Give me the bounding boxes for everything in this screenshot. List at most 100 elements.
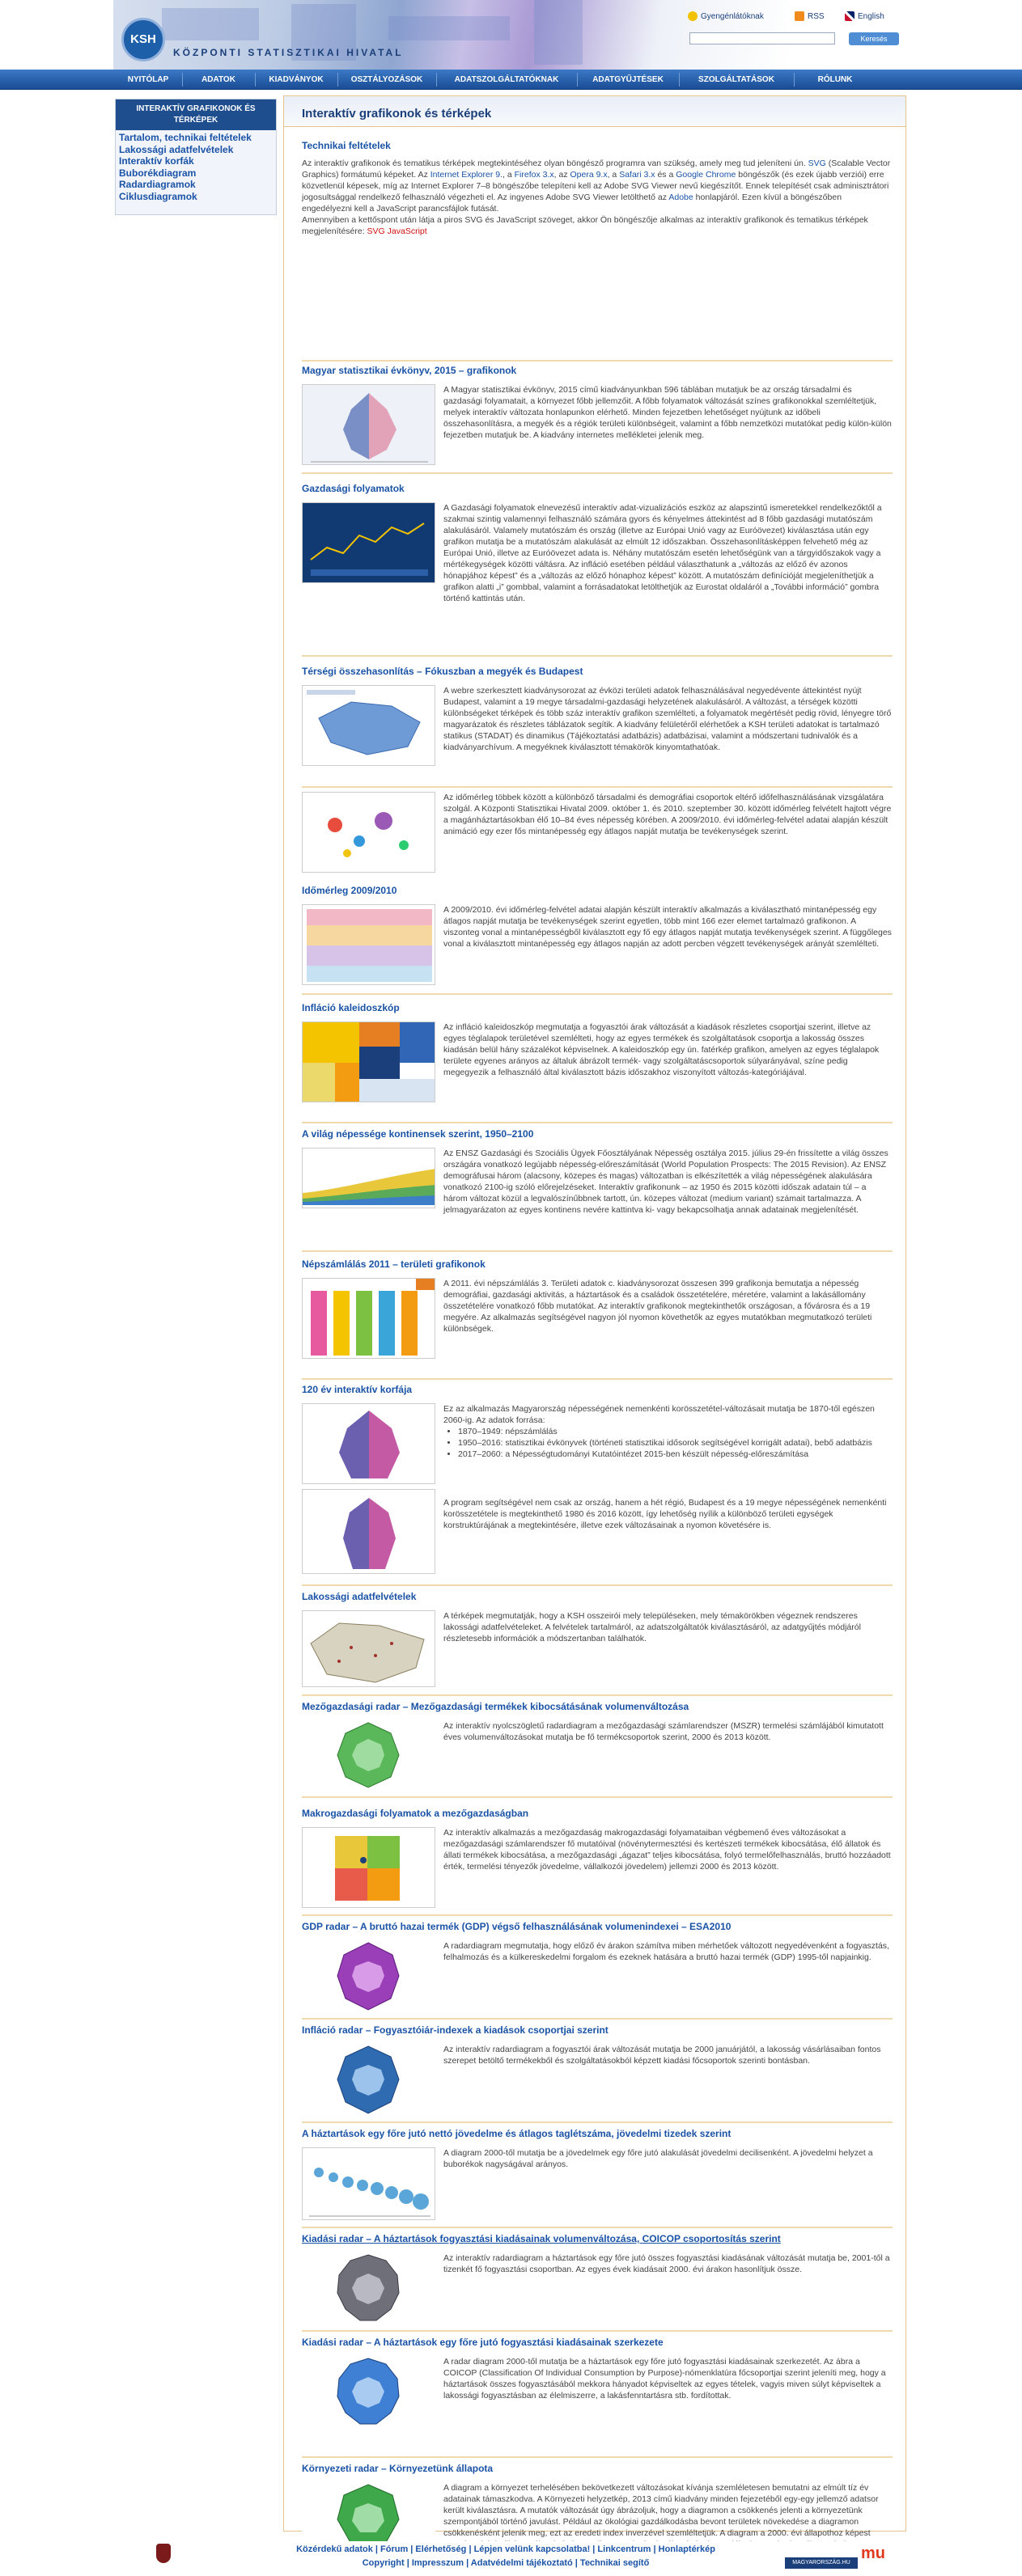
sidebar-item-cycle[interactable]: Ciklusdiagramok bbox=[116, 191, 276, 203]
nav-data-collections[interactable]: ADATGYŰJTÉSEK bbox=[578, 70, 678, 90]
sidebar-item-surveys[interactable]: Lakossági adatfelvételek bbox=[116, 144, 276, 156]
timeuse-thumbnail[interactable] bbox=[302, 904, 435, 985]
section-title[interactable]: Térségi összehasonlítás – Fókuszban a me… bbox=[302, 666, 893, 677]
section-text: A 2011. évi népszámlálás 3. Területi ada… bbox=[443, 1279, 872, 1334]
nav-about[interactable]: RÓLUNK bbox=[795, 70, 876, 90]
surveys-map-thumbnail[interactable] bbox=[302, 1610, 435, 1687]
sidebar: INTERAKTÍV GRAFIKONOK ÉS TÉRKÉPEK Tartal… bbox=[115, 99, 277, 215]
section-title[interactable]: Infláció radar – Fogyasztóiár-indexek a … bbox=[302, 2024, 893, 2036]
main-navigation: NYITÓLAP ADATOK KIADVÁNYOK OSZTÁLYOZÁSOK… bbox=[0, 70, 1022, 90]
nav-publications[interactable]: KIADVÁNYOK bbox=[256, 70, 337, 90]
list-item: 2017–2060: a Népességtudományi Kutatóint… bbox=[458, 1449, 893, 1460]
tech-section: Technikai feltételek Az interaktív grafi… bbox=[302, 135, 893, 362]
kaleidoscope-thumbnail[interactable] bbox=[302, 1022, 435, 1102]
section-text: A program segítségével nem csak az orszá… bbox=[443, 1498, 887, 1530]
search-input[interactable] bbox=[689, 32, 835, 44]
section-title[interactable]: Mezőgazdasági radar – Mezőgazdasági term… bbox=[302, 1701, 893, 1712]
sidebar-item-contents[interactable]: Tartalom, technikai feltételek bbox=[116, 132, 276, 144]
magyarorszag-hu-logo[interactable]: MAGYARORSZÁG.HU bbox=[785, 2557, 858, 2569]
section-inflation-radar: Infláció radar – Fogyasztóiár-indexek a … bbox=[302, 2024, 893, 2123]
nav-data-providers[interactable]: ADATSZOLGÁLTATÓKNAK bbox=[437, 70, 576, 90]
economic-thumbnail[interactable] bbox=[302, 502, 435, 583]
tech-heading: Technikai feltételek bbox=[302, 140, 391, 151]
section-text: Az időmérleg többek között a különböző t… bbox=[443, 793, 892, 836]
nav-home[interactable]: NYITÓLAP bbox=[115, 70, 181, 90]
section-expenditure-radar: Kiadási radar – A háztartások fogyasztás… bbox=[302, 2233, 893, 2332]
income-thumbnail[interactable] bbox=[302, 2147, 435, 2220]
expenditure-radar-thumbnail[interactable] bbox=[302, 2251, 435, 2325]
section-text: Az infláció kaleidoszkóp megmutatja a fo… bbox=[443, 1022, 880, 1077]
macro-agri-thumbnail[interactable] bbox=[302, 1827, 435, 1908]
english-link[interactable]: English bbox=[845, 11, 884, 21]
section-regional: Térségi összehasonlítás – Fókuszban a me… bbox=[302, 666, 893, 788]
chrome-link[interactable]: Google Chrome bbox=[676, 170, 736, 180]
uk-flag-icon bbox=[845, 11, 854, 21]
page-title: Interaktív grafikonok és térképek bbox=[284, 96, 905, 127]
firefox-link[interactable]: Firefox 3.x bbox=[515, 170, 554, 180]
nav-classifications[interactable]: OSZTÁLYOZÁSOK bbox=[338, 70, 435, 90]
section-title[interactable]: Kiadási radar – A háztartások egy főre j… bbox=[302, 2337, 893, 2348]
pyramid-thumbnail-1[interactable] bbox=[302, 1403, 435, 1484]
pyramid-thumbnail-2[interactable] bbox=[302, 1489, 435, 1574]
tech-paragraph: Az interaktív grafikonok és tematikus té… bbox=[302, 159, 891, 214]
section-text: A diagram 2000-től mutatja be a jövedelm… bbox=[443, 2148, 873, 2169]
section-text: Az ENSZ Gazdasági és Szociális Ügyek Főo… bbox=[443, 1148, 888, 1215]
nav-services[interactable]: SZOLGÁLTATÁSOK bbox=[680, 70, 793, 90]
yearbook-thumbnail[interactable] bbox=[302, 384, 435, 465]
ie-link[interactable]: Internet Explorer 9. bbox=[430, 170, 503, 180]
sidebar-item-radar[interactable]: Radardiagramok bbox=[116, 179, 276, 191]
svg-js-indicator: SVG JavaScript bbox=[367, 226, 427, 236]
section-economic: Gazdasági folyamatok A Gazdasági folyama… bbox=[302, 483, 893, 657]
header: KSH KÖZPONTI STATISZTIKAI HIVATAL Gyengé… bbox=[0, 0, 1022, 70]
nav-data[interactable]: ADATOK bbox=[183, 70, 254, 90]
sidebar-item-bubble[interactable]: Buborékdiagram bbox=[116, 167, 276, 180]
world-population-thumbnail[interactable] bbox=[302, 1148, 435, 1208]
section-text: A webre szerkesztett kiadványsorozat az … bbox=[443, 686, 892, 752]
section-title[interactable]: Magyar statisztikai évkönyv, 2015 – graf… bbox=[302, 365, 893, 376]
section-title[interactable]: 120 év interaktív korfája bbox=[302, 1384, 893, 1395]
section-title[interactable]: Lakossági adatfelvételek bbox=[302, 1591, 893, 1602]
main-content: Interaktív grafikonok és térképek Techni… bbox=[283, 95, 906, 2561]
timeuse-animation-thumbnail[interactable] bbox=[302, 792, 435, 873]
accessibility-link[interactable]: Gyengénlátóknak bbox=[688, 11, 764, 21]
section-intro: Ez az alkalmazás Magyarország népességén… bbox=[443, 1404, 875, 1425]
section-title[interactable]: Időmérleg 2009/2010 bbox=[302, 885, 893, 896]
section-title[interactable]: A világ népessége kontinensek szerint, 1… bbox=[302, 1128, 893, 1140]
regional-thumbnail[interactable] bbox=[302, 685, 435, 766]
section-text: A radar diagram 2000-től mutatja be a há… bbox=[443, 2357, 886, 2400]
safari-link[interactable]: Safari 3.x bbox=[619, 170, 655, 180]
expenditure-structure-thumbnail[interactable] bbox=[302, 2354, 435, 2429]
section-title[interactable]: Infláció kaleidoszkóp bbox=[302, 1002, 893, 1013]
agri-radar-thumbnail[interactable] bbox=[302, 1719, 435, 1791]
sidebar-item-pyramids[interactable]: Interaktív korfák bbox=[116, 155, 276, 167]
section-title[interactable]: Gazdasági folyamatok bbox=[302, 483, 893, 494]
footer: Közérdekű adatok | Fórum | Elérhetőség |… bbox=[0, 2541, 1022, 2576]
section-gdp-radar: GDP radar – A bruttó hazai termék (GDP) … bbox=[302, 1921, 893, 2020]
section-title[interactable]: Környezeti radar – Környezetünk állapota bbox=[302, 2463, 893, 2474]
section-inflation-kaleidoscope: Infláció kaleidoszkóp Az infláció kaleid… bbox=[302, 1002, 893, 1123]
search-button[interactable]: Keresés bbox=[849, 32, 899, 45]
footer-links-1[interactable]: Közérdekű adatok | Fórum | Elérhetőség |… bbox=[243, 2543, 769, 2557]
section-title[interactable]: Népszámlálás 2011 – területi grafikonok bbox=[302, 1258, 893, 1270]
section-text: A Magyar statisztikai évkönyv, 2015 című… bbox=[443, 385, 892, 440]
section-title[interactable]: Kiadási radar – A háztartások fogyasztás… bbox=[302, 2233, 893, 2244]
rss-link[interactable]: RSS bbox=[795, 11, 825, 21]
section-yearbook: Magyar statisztikai évkönyv, 2015 – graf… bbox=[302, 365, 893, 474]
section-world-population: A világ népessége kontinensek szerint, 1… bbox=[302, 1128, 893, 1252]
svg-link[interactable]: SVG bbox=[808, 159, 826, 168]
gdp-radar-thumbnail[interactable] bbox=[302, 1939, 435, 2013]
opera-link[interactable]: Opera 9.x bbox=[570, 170, 607, 180]
ksh-logo[interactable]: KSH bbox=[121, 18, 165, 61]
mu-logo[interactable]: mu bbox=[861, 2544, 890, 2570]
list-item: 1870–1949: népszámlálás bbox=[458, 1426, 893, 1437]
section-title[interactable]: A háztartások egy főre jutó nettó jövede… bbox=[302, 2128, 893, 2139]
census-thumbnail[interactable] bbox=[302, 1278, 435, 1359]
inflation-radar-thumbnail[interactable] bbox=[302, 2042, 435, 2117]
section-household-income: A háztartások egy főre jutó nettó jövede… bbox=[302, 2128, 893, 2228]
section-text: A radardiagram megmutatja, hogy előző év… bbox=[443, 1941, 889, 1962]
footer-links-2[interactable]: Copyright | Impresszum | Adatvédelmi táj… bbox=[243, 2557, 769, 2570]
section-household-surveys: Lakossági adatfelvételek A térképek megm… bbox=[302, 1591, 893, 1696]
section-title[interactable]: Makrogazdasági folyamatok a mezőgazdaság… bbox=[302, 1808, 893, 1819]
section-title[interactable]: GDP radar – A bruttó hazai termék (GDP) … bbox=[302, 1921, 893, 1932]
adobe-link[interactable]: Adobe bbox=[668, 192, 693, 202]
